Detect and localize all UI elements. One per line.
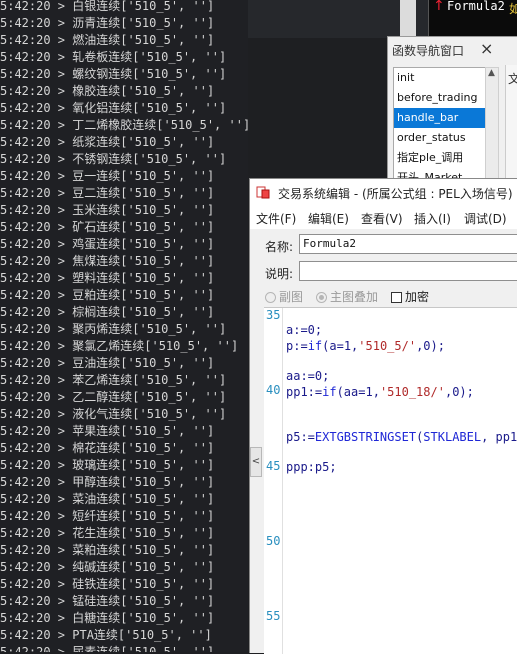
- log-line: 5:42:20 > 苯乙烯连续['510_5', '']: [0, 373, 227, 387]
- log-line: 5:42:20 > 矿石连续['510_5', '']: [0, 220, 215, 234]
- line-number: 50: [266, 534, 281, 548]
- log-line: 5:42:20 > 豆油连续['510_5', '']: [0, 356, 215, 370]
- sub-chart-label: 副图: [279, 290, 304, 304]
- log-line: 5:42:20 > 丁二烯橡胶连续['510_5', '']: [0, 118, 248, 132]
- name-field[interactable]: Formula2: [299, 234, 517, 254]
- log-line: 5:42:20 > 氧化铝连续['510_5', '']: [0, 101, 227, 115]
- radio-selected-icon: [316, 292, 327, 303]
- line-number: 45: [266, 459, 281, 473]
- encrypt-label: 加密: [405, 290, 430, 304]
- log-line: 5:42:20 > 塑料连续['510_5', '']: [0, 271, 215, 285]
- log-line: 5:42:20 > 乙二醇连续['510_5', '']: [0, 390, 227, 404]
- log-line: 5:42:20 > 焦煤连续['510_5', '']: [0, 254, 215, 268]
- menu-insert[interactable]: 插入(I): [414, 210, 451, 227]
- log-line: 5:42:20 > 玻璃连续['510_5', '']: [0, 458, 215, 472]
- chart-window[interactable]: ↑ Formula2 如: [428, 0, 517, 38]
- log-line: 5:42:20 > 玉米连续['510_5', '']: [0, 203, 215, 217]
- editor-menu-bar: 文件(F) 编辑(E) 查看(V) 插入(I) 调试(D): [250, 207, 517, 229]
- log-line: 5:42:20 > 棕榈连续['510_5', '']: [0, 305, 215, 319]
- encrypt-checkbox[interactable]: 加密: [391, 288, 429, 305]
- navigator-item[interactable]: 指定ple_调用: [394, 148, 486, 168]
- navigator-title-bar[interactable]: 函数导航窗口 ×: [388, 37, 517, 63]
- collapse-panel-button[interactable]: <: [250, 447, 262, 477]
- sub-chart-radio[interactable]: 副图: [265, 288, 303, 305]
- main-overlay-radio[interactable]: 主图叠加: [316, 288, 378, 305]
- log-line: 5:42:20 > 苹果连续['510_5', '']: [0, 424, 215, 438]
- menu-file[interactable]: 文件(F): [256, 210, 296, 227]
- log-line: 5:42:20 > PTA连续['510_5', '']: [0, 628, 212, 642]
- line-number: 55: [266, 609, 281, 623]
- navigator-item[interactable]: before_trading: [394, 88, 486, 108]
- log-line: 5:42:20 > 轧卷板连续['510_5', '']: [0, 50, 227, 64]
- menu-view[interactable]: 查看(V): [361, 210, 403, 227]
- code-editor[interactable]: 35 40 45 50 55 a:=0; p:=if(a=1,'510_5/',…: [264, 307, 517, 654]
- log-line: 5:42:20 > 花生连续['510_5', '']: [0, 526, 215, 540]
- radio-icon: [265, 292, 276, 303]
- log-line: 5:42:20 > 橡胶连续['510_5', '']: [0, 84, 215, 98]
- log-line: 5:42:20 > 白银连续['510_5', '']: [0, 0, 215, 13]
- navigator-list[interactable]: init before_trading handle_bar order_status…: [393, 67, 487, 189]
- formula-editor-window[interactable]: 交易系统编辑 - (所属公式组 : PEL入场信号) 文件(F) 编辑(E) 查…: [249, 178, 517, 654]
- navigator-item[interactable]: handle_bar: [394, 108, 486, 128]
- navigator-side-panel: 文: [505, 65, 517, 187]
- checkbox-icon: [391, 292, 402, 303]
- log-line: 5:42:20 > 鸡蛋连续['510_5', '']: [0, 237, 215, 251]
- log-line: 5:42:20 > 菜粕连续['510_5', '']: [0, 543, 215, 557]
- chart-trailing-text: 如: [509, 2, 517, 16]
- app-icon: [256, 186, 270, 199]
- line-number: 40: [266, 383, 281, 397]
- code-line[interactable]: a:=0;: [286, 323, 322, 337]
- up-arrow-icon: ↑: [433, 0, 445, 14]
- editor-title: 交易系统编辑 - (所属公式组 : PEL入场信号): [278, 187, 513, 201]
- scroll-up-icon[interactable]: ▲: [488, 68, 495, 78]
- description-field[interactable]: [299, 261, 517, 281]
- side-panel-text: 文: [508, 72, 517, 86]
- log-line: 5:42:20 > 豆粕连续['510_5', '']: [0, 288, 215, 302]
- editor-title-bar[interactable]: 交易系统编辑 - (所属公式组 : PEL入场信号): [250, 179, 517, 207]
- navigator-item[interactable]: init: [394, 68, 486, 88]
- code-line[interactable]: p:=if(a=1,'510_5/',0);: [286, 339, 445, 353]
- log-line: 5:42:20 > 沥青连续['510_5', '']: [0, 16, 215, 30]
- code-line[interactable]: p5:=EXTGBSTRINGSET(STKLABEL, pp1): [286, 430, 517, 444]
- main-overlay-label: 主图叠加: [330, 290, 379, 304]
- code-line[interactable]: pp1:=if(aa=1,'510_18/',0);: [286, 385, 474, 399]
- navigator-item[interactable]: order_status: [394, 128, 486, 148]
- log-line: 5:42:20 > 白糖连续['510_5', '']: [0, 611, 215, 625]
- log-line: 5:42:20 > 棉花连续['510_5', '']: [0, 441, 215, 455]
- log-line: 5:42:20 > 聚丙烯连续['510_5', '']: [0, 322, 227, 336]
- log-line: 5:42:20 > 螺纹钢连续['510_5', '']: [0, 67, 227, 81]
- log-line: 5:42:20 > 尿素连续['510_5', '']: [0, 645, 215, 652]
- line-number-gutter: 35 40 45 50 55: [264, 308, 283, 654]
- name-label: 名称:: [265, 240, 294, 254]
- log-line: 5:42:20 > 液化气连续['510_5', '']: [0, 407, 227, 421]
- menu-edit[interactable]: 编辑(E): [308, 210, 349, 227]
- log-line: 5:42:20 > 燃油连续['510_5', '']: [0, 33, 215, 47]
- line-number: 35: [266, 308, 281, 322]
- chart-formula-title: Formula2: [447, 0, 505, 13]
- vertical-scrollbar[interactable]: [400, 0, 416, 38]
- code-line[interactable]: ppp:p5;: [286, 460, 337, 474]
- log-line: 5:42:20 > 甲醇连续['510_5', '']: [0, 475, 215, 489]
- navigator-scrollbar[interactable]: ▲: [485, 67, 499, 187]
- log-line: 5:42:20 > 纸浆连续['510_5', '']: [0, 135, 215, 149]
- function-navigator-window[interactable]: 函数导航窗口 × init before_trading handle_bar ord…: [387, 36, 517, 189]
- console-log-panel[interactable]: 5:42:20 > 白银连续['510_5', ''] 5:42:20 > 沥青连…: [0, 0, 248, 652]
- menu-debug[interactable]: 调试(D): [464, 210, 507, 227]
- code-line[interactable]: aa:=0;: [286, 369, 329, 383]
- log-line: 5:42:20 > 不锈钢连续['510_5', '']: [0, 152, 227, 166]
- log-line: 5:42:20 > 豆一连续['510_5', '']: [0, 169, 215, 183]
- log-line: 5:42:20 > 硅铁连续['510_5', '']: [0, 577, 215, 591]
- close-icon[interactable]: ×: [480, 39, 493, 58]
- description-label: 说明:: [265, 267, 294, 281]
- log-line: 5:42:20 > 菜油连续['510_5', '']: [0, 492, 215, 506]
- log-line: 5:42:20 > 锰硅连续['510_5', '']: [0, 594, 215, 608]
- log-line: 5:42:20 > 短纤连续['510_5', '']: [0, 509, 215, 523]
- log-line: 5:42:20 > 纯碱连续['510_5', '']: [0, 560, 215, 574]
- log-line: 5:42:20 > 豆二连续['510_5', '']: [0, 186, 215, 200]
- log-line: 5:42:20 > 聚氯乙烯连续['510_5', '']: [0, 339, 239, 353]
- navigator-title: 函数导航窗口: [392, 44, 465, 58]
